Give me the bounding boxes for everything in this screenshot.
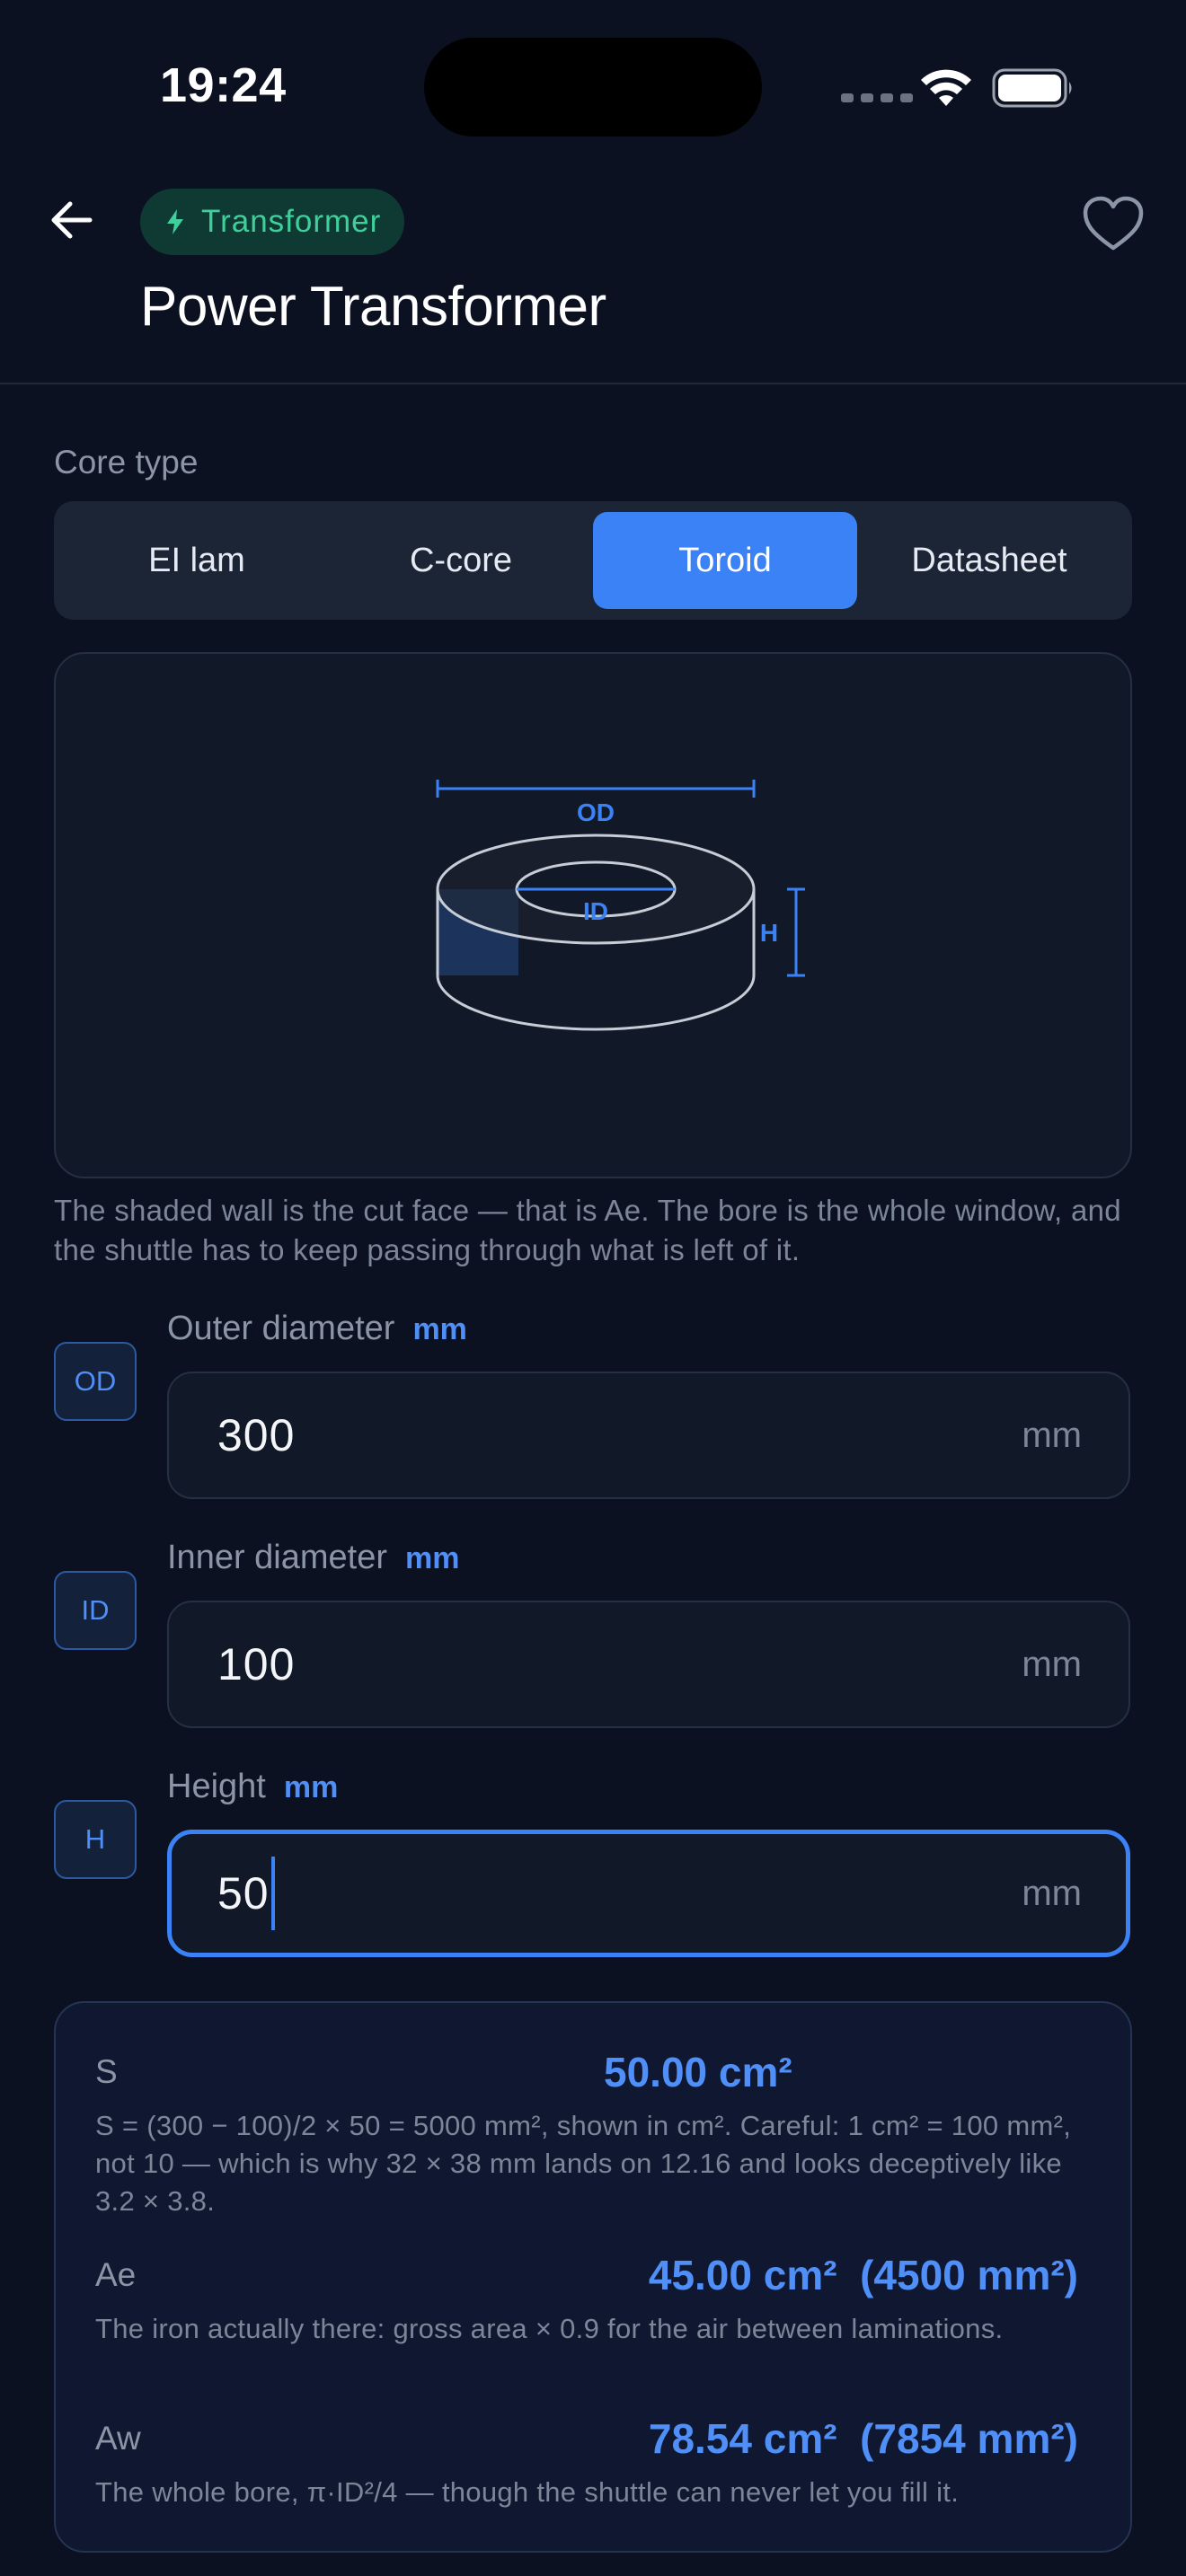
inner-diameter-label-text: Inner diameter — [167, 1539, 388, 1576]
id-dimension-label: ID — [583, 897, 608, 925]
wifi-icon — [921, 69, 971, 106]
h-chip: H — [54, 1800, 137, 1879]
result-aw-note: The whole bore, π·ID²/4 — though the shu… — [95, 2476, 960, 2508]
result-aw-value: 78.54 cm² (7854 mm²) — [648, 2415, 1078, 2462]
inner-diameter-unit: mm — [1022, 1644, 1082, 1684]
dynamic-island — [424, 38, 762, 137]
height-value: 50 — [217, 1868, 270, 1919]
height-label-text: Height — [167, 1768, 266, 1805]
inner-diameter-label: Inner diameter mm — [167, 1539, 459, 1577]
battery-icon — [992, 68, 1072, 108]
core-type-segmented-control: EI lam C-core Toroid Datasheet — [54, 501, 1132, 620]
inner-diameter-input[interactable]: 100 mm — [167, 1601, 1130, 1728]
outer-diameter-label-text: Outer diameter — [167, 1310, 395, 1347]
result-ae-value: 45.00 cm² (4500 mm²) — [648, 2252, 1078, 2298]
segment-toroid[interactable]: Toroid — [593, 512, 857, 609]
lightning-bolt-icon — [167, 209, 183, 234]
cellular-signal-icon — [841, 93, 913, 102]
result-ae-note: The iron actually there: gross area × 0.… — [95, 2313, 1004, 2344]
result-s-note: S = (300 − 100)/2 × 50 = 5000 mm², shown… — [95, 2110, 1072, 2217]
status-time: 19:24 — [160, 58, 287, 112]
result-s-value: 50.00 cm² — [604, 2049, 792, 2095]
height-unit-label: mm — [283, 1770, 339, 1804]
segment-c-core[interactable]: C-core — [329, 512, 593, 609]
page-title: Power Transformer — [140, 276, 606, 338]
result-aw-key: Aw — [95, 2420, 141, 2457]
h-dimension-label: H — [760, 919, 778, 947]
results-card: S 50.00 cm² S = (300 − 100)/2 × 50 = 500… — [54, 2001, 1132, 2553]
header-divider — [0, 383, 1186, 384]
result-s-key: S — [95, 2053, 118, 2090]
outer-diameter-label: Outer diameter mm — [167, 1310, 467, 1348]
od-chip: OD — [54, 1342, 137, 1421]
back-button[interactable] — [43, 192, 99, 248]
height-unit: mm — [1022, 1873, 1082, 1913]
outer-diameter-unit: mm — [1022, 1415, 1082, 1455]
segment-ei-lam[interactable]: EI lam — [65, 512, 329, 609]
outer-diameter-unit-label: mm — [412, 1312, 467, 1346]
text-caret — [270, 1857, 275, 1930]
diagram-caption: The shaded wall is the cut face — that i… — [54, 1194, 1121, 1266]
toroid-diagram: OD ID H — [436, 780, 805, 1031]
category-badge-label: Transformer — [201, 204, 382, 239]
outer-diameter-input[interactable]: 300 mm — [167, 1372, 1130, 1499]
toroid-diagram-card: OD ID H — [54, 652, 1132, 1178]
favorite-heart-icon[interactable] — [1082, 196, 1145, 251]
core-type-label: Core type — [54, 444, 199, 481]
height-label: Height mm — [167, 1768, 338, 1806]
arrow-left-icon — [51, 201, 93, 239]
segment-datasheet[interactable]: Datasheet — [857, 512, 1121, 609]
od-dimension-label: OD — [577, 798, 615, 826]
category-badge: Transformer — [140, 189, 405, 255]
inner-diameter-unit-label: mm — [405, 1541, 460, 1575]
inner-diameter-value: 100 — [217, 1639, 296, 1689]
id-chip: ID — [54, 1571, 137, 1650]
outer-diameter-value: 300 — [217, 1410, 296, 1460]
result-ae-key: Ae — [95, 2256, 137, 2293]
height-input[interactable]: 50 mm — [167, 1830, 1130, 1957]
